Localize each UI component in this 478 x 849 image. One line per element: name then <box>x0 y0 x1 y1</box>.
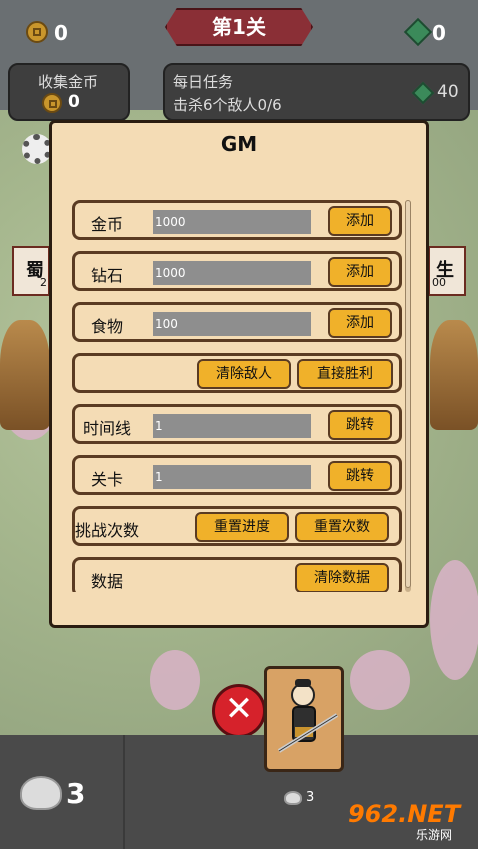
gm-row-data: 数据 清除数据 <box>72 557 402 592</box>
gm-row-label: 钻石 <box>91 266 124 285</box>
gold-amount-input[interactable]: 1000 <box>153 210 311 234</box>
level-input[interactable]: 1 <box>153 465 311 489</box>
gm-row-food: 食物 100 添加 <box>72 302 402 342</box>
gm-row-challenge-count: 挑战次数 重置进度 重置次数 <box>72 506 402 546</box>
left-hut <box>0 320 50 430</box>
gem-icon <box>411 81 435 105</box>
gm-row-diamond: 钻石 1000 添加 <box>72 251 402 291</box>
collect-coins-label: 收集金币 <box>38 73 99 91</box>
watermark-text: 962.NET <box>348 800 461 828</box>
close-icon[interactable]: ✕ <box>212 684 266 738</box>
right-camp-number: 00 <box>432 276 446 289</box>
add-food-button[interactable]: 添加 <box>328 308 392 338</box>
gm-row-label: 关卡 <box>91 470 124 489</box>
level-jump-button[interactable]: 跳转 <box>328 461 392 491</box>
gm-row-label: 食物 <box>91 317 124 336</box>
daily-task-label: 每日任务 <box>173 73 234 91</box>
reset-progress-button[interactable]: 重置进度 <box>195 512 289 542</box>
daily-task-panel[interactable]: 每日任务 击杀6个敌人0/6 40 <box>163 63 470 121</box>
right-hut <box>430 320 478 430</box>
gm-row-battle-actions: 清除敌人 直接胜利 <box>72 353 402 393</box>
blossom-tree <box>150 650 200 710</box>
reset-count-button[interactable]: 重置次数 <box>295 512 389 542</box>
blossom-tree <box>430 560 478 680</box>
soldier-icon <box>277 679 339 753</box>
gem-count: 0 <box>432 21 446 45</box>
daily-task-reward: 40 <box>437 82 459 102</box>
watermark-subtext: 乐游网 <box>416 828 453 842</box>
gm-options-list[interactable]: 金币 1000 添加 钻石 1000 添加 食物 100 添加 清除敌人 直接胜… <box>72 200 402 592</box>
left-camp-sign: 蜀 2 <box>12 246 50 296</box>
bottom-divider <box>123 735 125 849</box>
card-food-cost: 3 <box>306 790 315 805</box>
gm-row-timeline: 时间线 1 跳转 <box>72 404 402 444</box>
food-bun-icon <box>20 776 62 810</box>
clear-data-button[interactable]: 清除数据 <box>295 563 389 592</box>
gm-row-level: 关卡 1 跳转 <box>72 455 402 495</box>
diamond-amount-input[interactable]: 1000 <box>153 261 311 285</box>
coin-icon <box>26 21 48 43</box>
timeline-input[interactable]: 1 <box>153 414 311 438</box>
collect-coins-value: 0 <box>68 92 80 112</box>
gm-row-label: 数据 <box>91 572 124 591</box>
add-diamond-button[interactable]: 添加 <box>328 257 392 287</box>
daily-task-description: 击杀6个敌人0/6 <box>173 96 282 114</box>
food-count: 3 <box>66 777 86 810</box>
gm-row-label: 挑战次数 <box>75 521 140 540</box>
level-title: 第1关 <box>212 15 266 39</box>
food-amount-input[interactable]: 100 <box>153 312 311 336</box>
collect-coins-panel[interactable]: 收集金币 0 <box>8 63 130 121</box>
gm-dialog-title: GM <box>220 132 258 156</box>
clear-enemies-button[interactable]: 清除敌人 <box>197 359 291 389</box>
coin-icon <box>42 93 62 113</box>
add-gold-button[interactable]: 添加 <box>328 206 392 236</box>
blossom-tree <box>350 650 410 710</box>
food-bun-icon <box>284 791 302 805</box>
gm-scrollbar-thumb[interactable] <box>405 200 411 588</box>
coin-count: 0 <box>54 21 68 45</box>
gm-row-label: 时间线 <box>83 419 132 438</box>
timeline-jump-button[interactable]: 跳转 <box>328 410 392 440</box>
gm-row-label: 金币 <box>91 215 124 234</box>
left-camp-number: 2 <box>40 276 47 289</box>
right-camp-sign: 生 00 <box>428 246 466 296</box>
instant-win-button[interactable]: 直接胜利 <box>297 359 393 389</box>
soldier-unit-card[interactable] <box>264 666 344 772</box>
site-watermark: 962.NET 乐游网 <box>344 800 474 844</box>
gear-icon[interactable] <box>22 134 52 164</box>
gm-row-gold: 金币 1000 添加 <box>72 200 402 240</box>
